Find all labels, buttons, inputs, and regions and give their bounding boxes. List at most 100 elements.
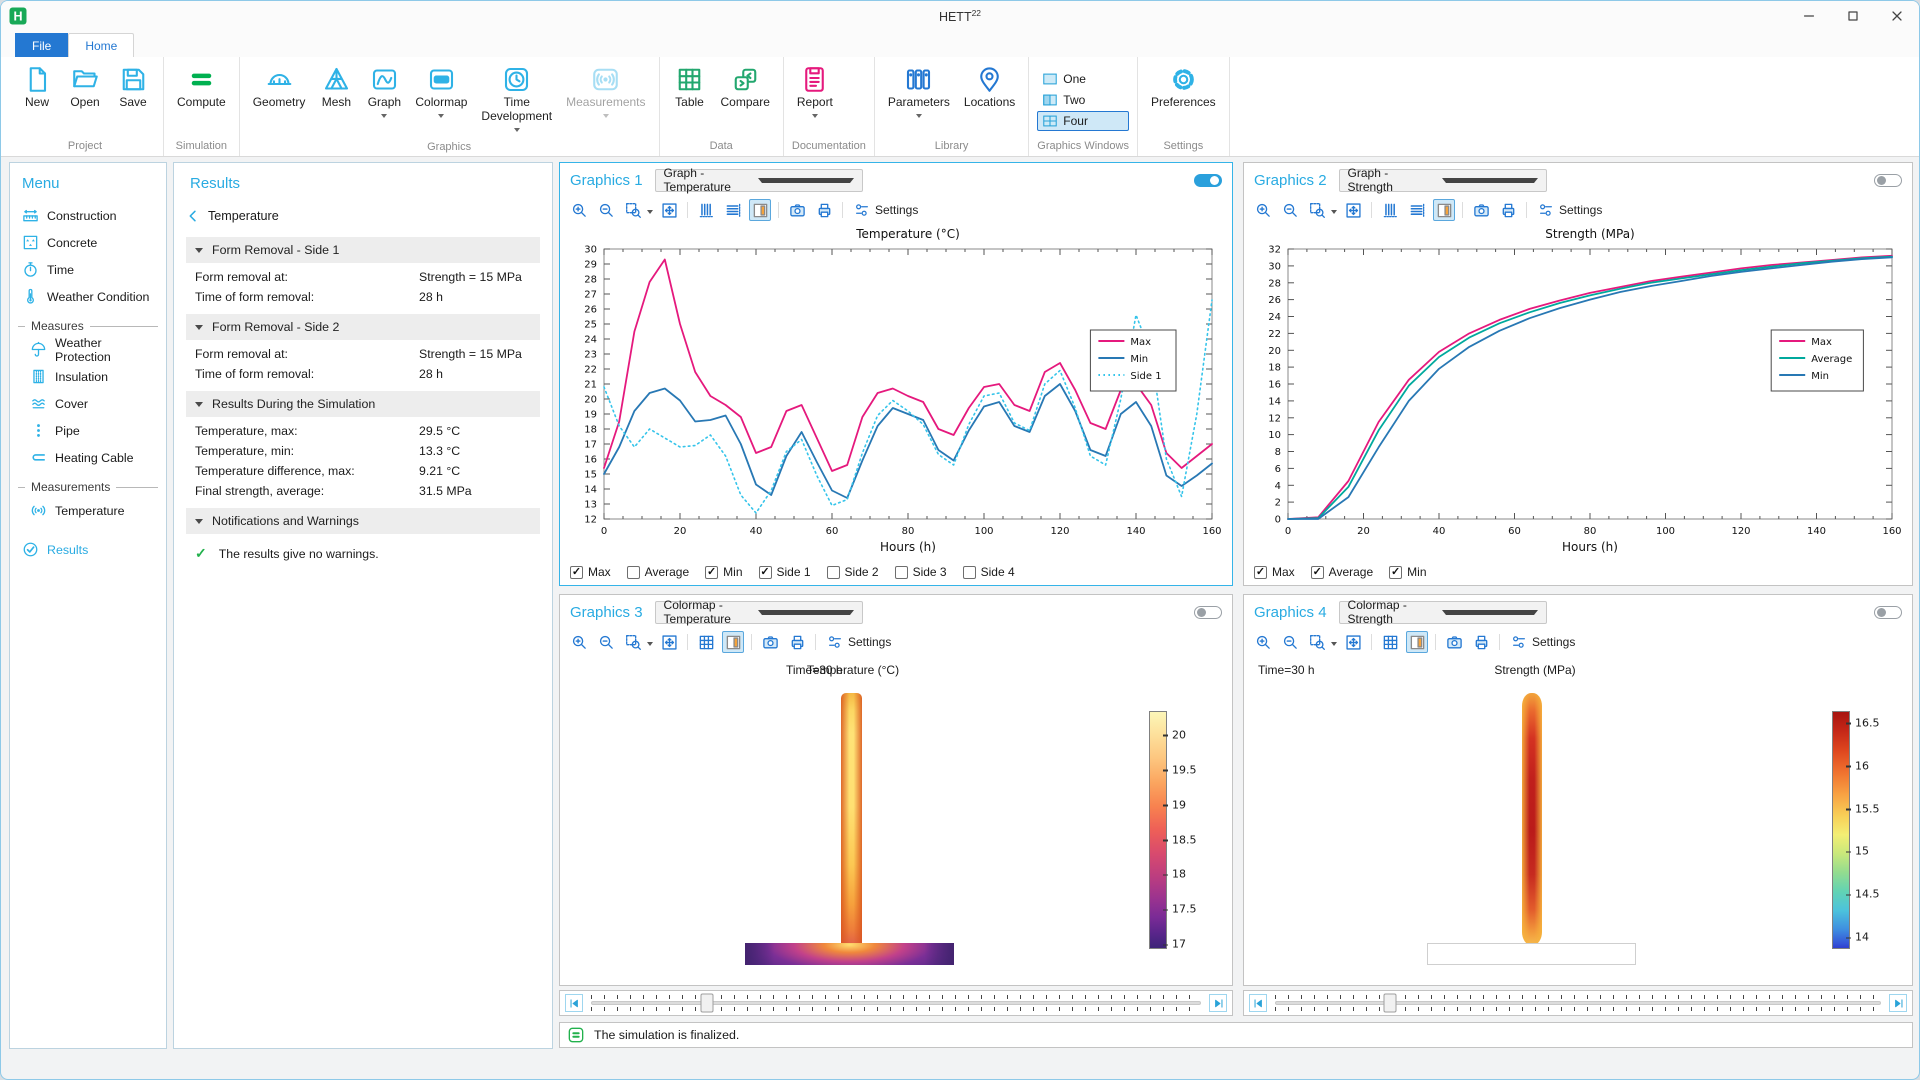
checkbox-average[interactable]: Average: [627, 565, 689, 579]
compare-button[interactable]: Compare: [716, 63, 775, 124]
save-button[interactable]: Save: [111, 63, 155, 124]
time-slider-handle[interactable]: [1384, 994, 1397, 1013]
menu-item-cover[interactable]: Cover: [18, 390, 158, 417]
menu-item-time[interactable]: Time: [18, 256, 158, 283]
colorbar-panel-button[interactable]: [722, 631, 744, 653]
checkbox-side2[interactable]: Side 2: [827, 565, 879, 579]
maximize-button[interactable]: [1831, 1, 1875, 31]
colorbar-panel-button[interactable]: [1433, 199, 1455, 221]
chevron-down-icon[interactable]: [647, 642, 653, 649]
table-grid-button[interactable]: [1379, 631, 1401, 653]
menu-item-pipe[interactable]: Pipe: [18, 417, 158, 444]
new-button[interactable]: New: [15, 63, 59, 124]
compute-button[interactable]: Compute: [172, 63, 231, 124]
zoom-in-button[interactable]: [1252, 199, 1274, 221]
section-form-removal-side1[interactable]: Form Removal - Side 1: [186, 237, 540, 263]
print-button[interactable]: [1470, 631, 1492, 653]
open-button[interactable]: Open: [63, 63, 107, 124]
strength-colormap[interactable]: Time=30 h Strength (MPa) 16.5 16 15.5 15…: [1244, 655, 1912, 985]
zoom-in-button[interactable]: [1252, 631, 1274, 653]
checkbox-max[interactable]: Max: [1254, 565, 1295, 579]
windows-four-option[interactable]: Four: [1037, 111, 1129, 131]
tab-file[interactable]: File: [15, 33, 68, 57]
strength-chart[interactable]: Strength (MPa)02040608010012014016002468…: [1244, 223, 1912, 559]
checkbox-side3[interactable]: Side 3: [895, 565, 947, 579]
menu-item-temperature[interactable]: Temperature: [18, 497, 158, 524]
windows-two-option[interactable]: Two: [1037, 90, 1129, 110]
time-slider-track[interactable]: [1275, 991, 1881, 1015]
chevron-down-icon[interactable]: [647, 210, 653, 217]
print-button[interactable]: [1497, 199, 1519, 221]
table-button[interactable]: Table: [668, 63, 712, 124]
chevron-down-icon[interactable]: [1331, 210, 1337, 217]
menu-item-weather-protection[interactable]: Weather Protection: [18, 336, 158, 363]
zoom-fit-button[interactable]: [1342, 199, 1364, 221]
zoom-box-button[interactable]: [622, 631, 644, 653]
checkbox-max[interactable]: Max: [570, 565, 611, 579]
checkbox-side4[interactable]: Side 4: [963, 565, 1015, 579]
graphics3-view-dropdown[interactable]: Colormap - Temperature: [655, 601, 863, 624]
results-back[interactable]: Temperature: [186, 202, 540, 230]
menu-item-concrete[interactable]: Concrete: [18, 229, 158, 256]
graphics2-toggle[interactable]: [1874, 174, 1902, 187]
step-back-button[interactable]: [565, 994, 583, 1012]
tab-home[interactable]: Home: [68, 33, 134, 57]
mesh-button[interactable]: Mesh: [314, 63, 358, 124]
zoom-box-button[interactable]: [1306, 631, 1328, 653]
zoom-fit-button[interactable]: [658, 631, 680, 653]
parameters-button[interactable]: Parameters: [883, 63, 955, 124]
graph-button[interactable]: Graph: [362, 63, 406, 124]
graphics4-settings-button[interactable]: Settings: [1507, 634, 1579, 650]
graphics2-settings-button[interactable]: Settings: [1534, 202, 1606, 218]
graphics2-view-dropdown[interactable]: Graph - Strength: [1339, 169, 1547, 192]
zoom-box-button[interactable]: [1306, 199, 1328, 221]
checkbox-average[interactable]: Average: [1311, 565, 1373, 579]
table-grid-button[interactable]: [695, 631, 717, 653]
graphics3-toggle[interactable]: [1194, 606, 1222, 619]
snapshot-button[interactable]: [759, 631, 781, 653]
chevron-down-icon[interactable]: [1331, 642, 1337, 649]
graphics4-toggle[interactable]: [1874, 606, 1902, 619]
step-forward-button[interactable]: [1209, 994, 1227, 1012]
zoom-out-button[interactable]: [595, 631, 617, 653]
zoom-out-button[interactable]: [595, 199, 617, 221]
graphics1-view-dropdown[interactable]: Graph - Temperature: [655, 169, 863, 192]
checkbox-min[interactable]: Min: [1389, 565, 1426, 579]
snapshot-button[interactable]: [1443, 631, 1465, 653]
vertical-grid-button[interactable]: [695, 199, 717, 221]
time-slider-track[interactable]: [591, 991, 1201, 1015]
menu-item-heating-cable[interactable]: Heating Cable: [18, 444, 158, 471]
temperature-chart[interactable]: Temperature (°C)020406080100120140160121…: [560, 223, 1232, 559]
section-results-during-simulation[interactable]: Results During the Simulation: [186, 391, 540, 417]
zoom-out-button[interactable]: [1279, 631, 1301, 653]
time-slider-handle[interactable]: [700, 994, 713, 1013]
preferences-button[interactable]: Preferences: [1146, 63, 1221, 124]
colormap-button[interactable]: Colormap: [410, 63, 472, 124]
graphics3-settings-button[interactable]: Settings: [823, 634, 895, 650]
colorbar-panel-button[interactable]: [749, 199, 771, 221]
windows-one-option[interactable]: One: [1037, 69, 1129, 89]
zoom-in-button[interactable]: [568, 631, 590, 653]
zoom-in-button[interactable]: [568, 199, 590, 221]
zoom-fit-button[interactable]: [1342, 631, 1364, 653]
checkbox-min[interactable]: Min: [705, 565, 742, 579]
horizontal-grid-button[interactable]: [722, 199, 744, 221]
section-notifications[interactable]: Notifications and Warnings: [186, 508, 540, 534]
vertical-grid-button[interactable]: [1379, 199, 1401, 221]
locations-button[interactable]: Locations: [959, 63, 1020, 124]
snapshot-button[interactable]: [1470, 199, 1492, 221]
graphics1-settings-button[interactable]: Settings: [850, 202, 922, 218]
step-forward-button[interactable]: [1889, 994, 1907, 1012]
horizontal-grid-button[interactable]: [1406, 199, 1428, 221]
report-button[interactable]: Report: [792, 63, 838, 124]
print-button[interactable]: [813, 199, 835, 221]
colorbar-panel-button[interactable]: [1406, 631, 1428, 653]
geometry-button[interactable]: Geometry: [248, 63, 311, 124]
print-button[interactable]: [786, 631, 808, 653]
menu-item-insulation[interactable]: Insulation: [18, 363, 158, 390]
minimize-button[interactable]: [1787, 1, 1831, 31]
checkbox-side1[interactable]: Side 1: [759, 565, 811, 579]
close-button[interactable]: [1875, 1, 1919, 31]
time-development-button[interactable]: Time Development: [476, 63, 557, 138]
snapshot-button[interactable]: [786, 199, 808, 221]
